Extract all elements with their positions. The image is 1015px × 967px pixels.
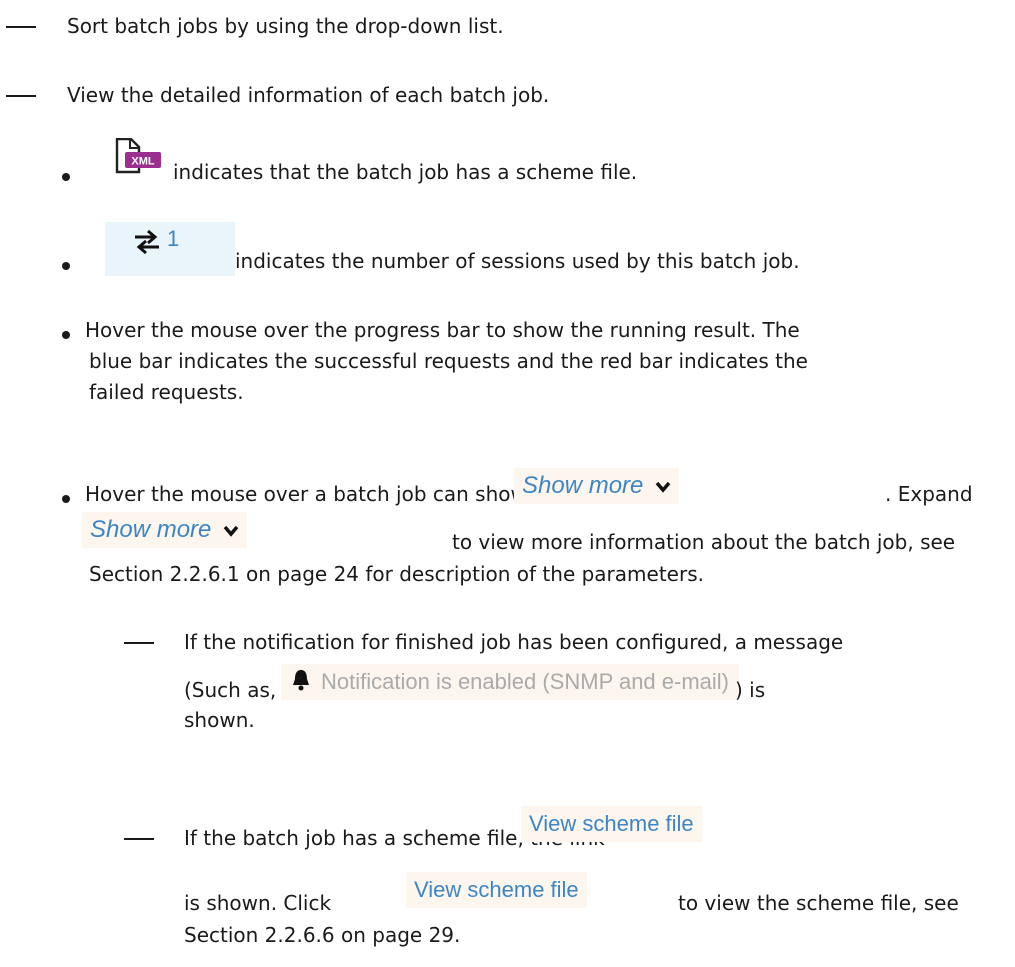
bullet-marker xyxy=(62,262,70,270)
list-item-xml: indicates that the batch job has a schem… xyxy=(173,160,638,184)
notif-text-line2-start: (Such as, xyxy=(184,678,277,702)
session-indicator: 1 xyxy=(105,222,235,276)
bullet-marker xyxy=(62,173,70,181)
list-item-view-detail: View the detailed information of each ba… xyxy=(67,83,550,107)
show-more-text-line3: Section 2.2.6.1 on page 24 for descripti… xyxy=(89,562,704,586)
notification-status-chip: Notification is enabled (SNMP and e-mail… xyxy=(281,664,739,700)
dash-marker xyxy=(6,95,36,97)
progress-text-line1: Hover the mouse over the progress bar to… xyxy=(85,318,800,342)
list-item-sessions: indicates the number of sessions used by… xyxy=(235,249,800,273)
chevron-down-icon xyxy=(224,525,239,537)
show-more-button[interactable]: Show more xyxy=(514,468,680,504)
scheme-text-line3: Section 2.2.6.6 on page 29. xyxy=(184,923,461,947)
show-more-text-line1: Hover the mouse over a batch job can sho… xyxy=(85,482,527,506)
dash-marker xyxy=(124,642,154,644)
view-scheme-file-link[interactable]: View scheme file xyxy=(521,806,702,842)
xml-file-icon: XML xyxy=(115,138,161,174)
swap-arrows-icon xyxy=(135,229,159,255)
show-more-button[interactable]: Show more xyxy=(82,512,248,548)
notif-text-line2-end: ) is xyxy=(735,678,766,702)
progress-text-line3: failed requests. xyxy=(89,380,244,404)
scheme-text-line2-end: to view the scheme file, see xyxy=(678,891,959,915)
progress-text-line2: blue bar indicates the successful reques… xyxy=(89,349,808,373)
xml-badge-label: XML xyxy=(131,156,155,168)
list-item-sort: Sort batch jobs by using the drop-down l… xyxy=(67,14,504,38)
dash-marker xyxy=(6,26,36,28)
bell-icon xyxy=(293,670,309,691)
bullet-marker xyxy=(62,495,70,503)
notif-text-line1: If the notification for finished job has… xyxy=(184,630,844,654)
dash-marker xyxy=(124,838,154,840)
session-count: 1 xyxy=(167,226,180,251)
show-more-expand-text: . Expand xyxy=(885,482,973,506)
show-more-text-line2: to view more information about the batch… xyxy=(452,530,956,554)
chevron-down-icon xyxy=(656,481,671,493)
show-more-label: Show more xyxy=(522,472,644,499)
notification-status-label: Notification is enabled (SNMP and e-mail… xyxy=(321,669,729,694)
show-more-label: Show more xyxy=(90,516,212,543)
view-scheme-file-link[interactable]: View scheme file xyxy=(406,872,587,908)
scheme-text-line2-start: is shown. Click xyxy=(184,891,332,915)
bullet-marker xyxy=(62,331,70,339)
notif-text-line3: shown. xyxy=(184,708,255,732)
